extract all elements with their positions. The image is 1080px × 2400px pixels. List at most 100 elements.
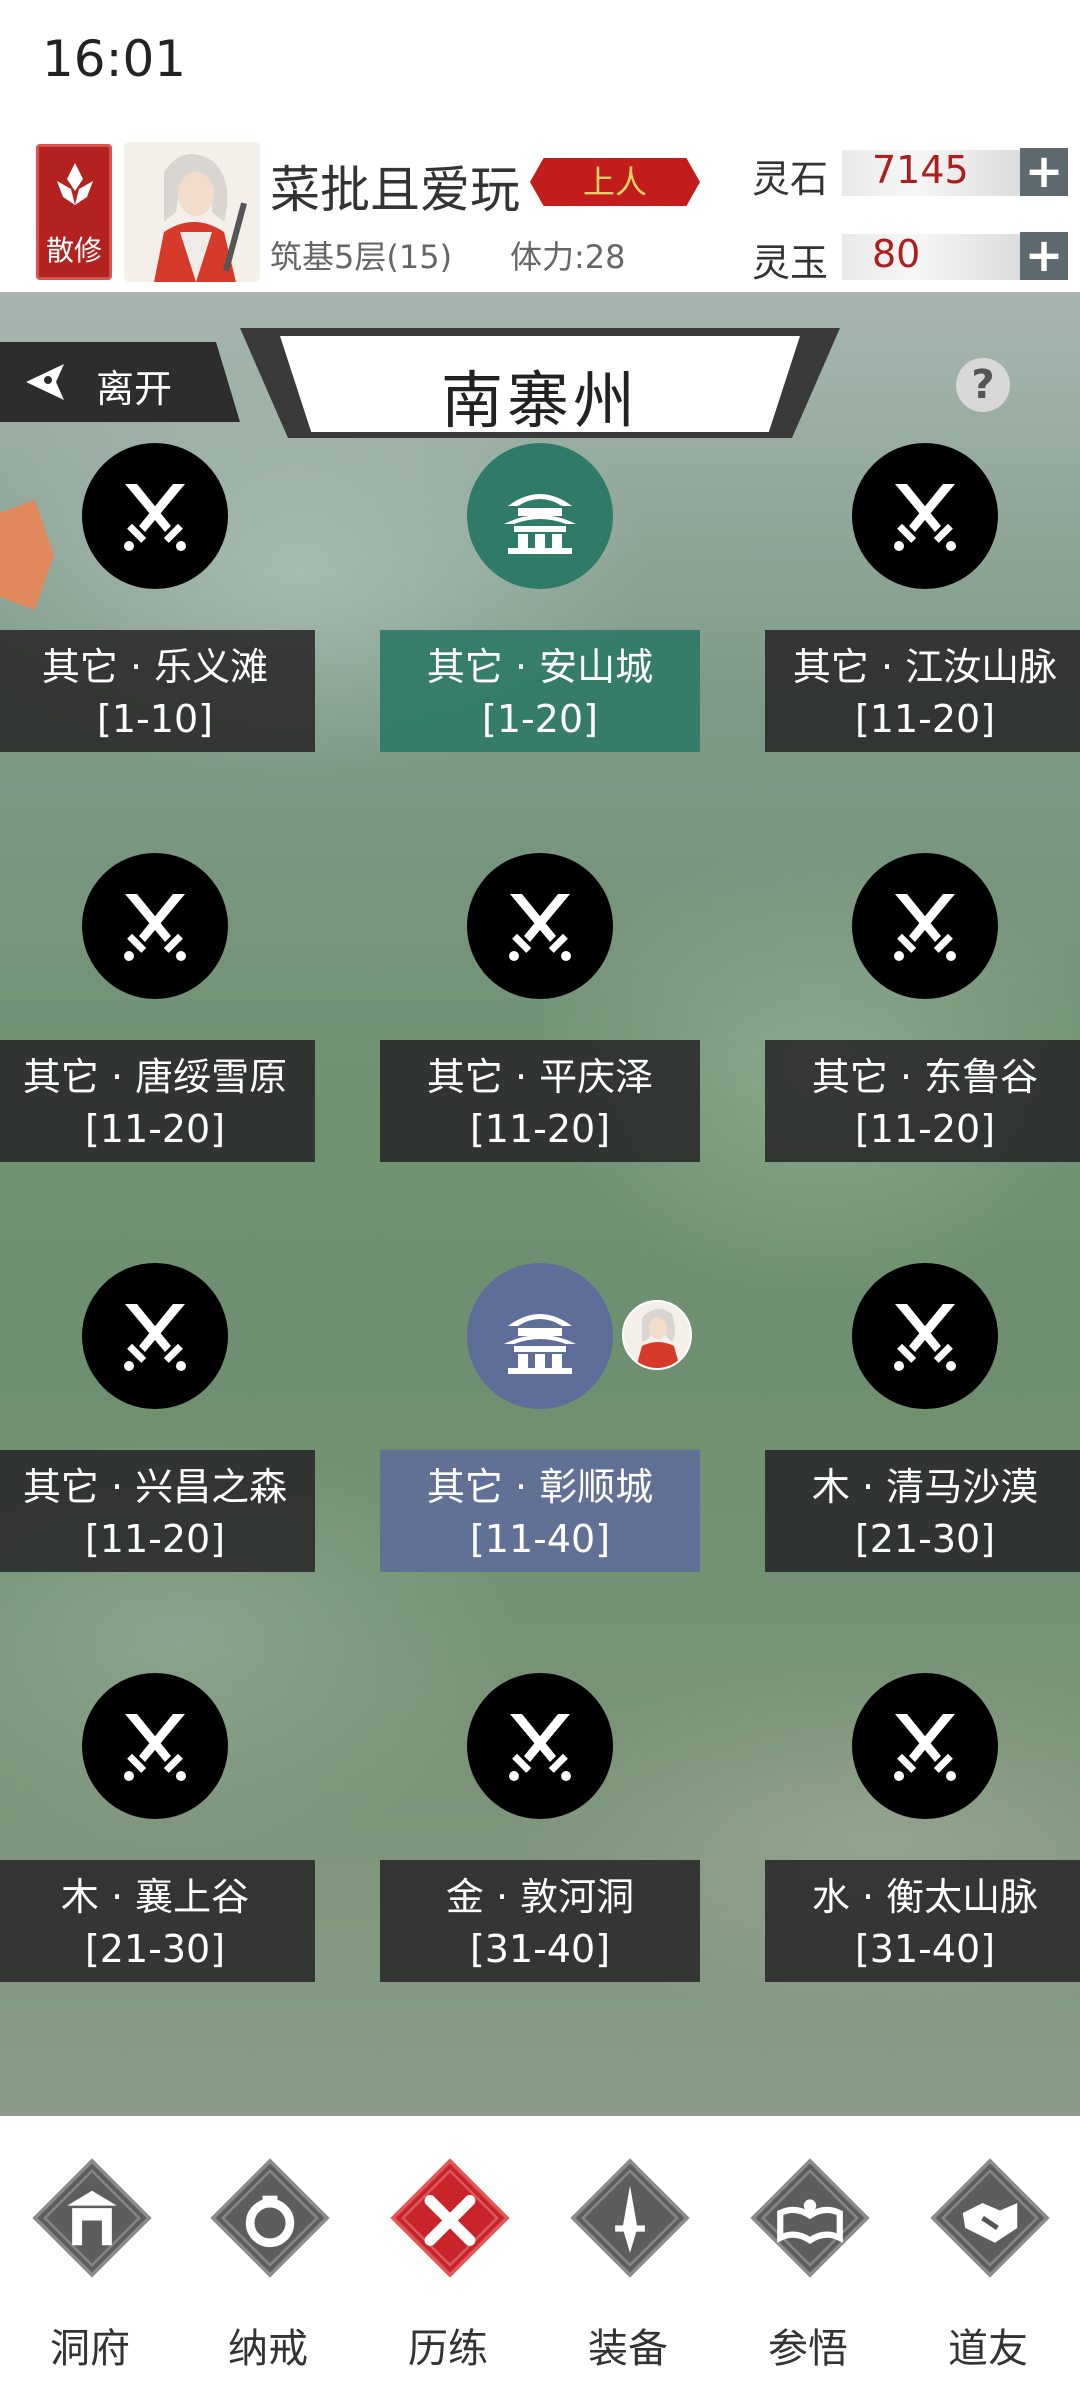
combat-node-button[interactable] xyxy=(852,853,998,999)
sect-badge[interactable]: 散修 xyxy=(36,144,112,280)
sect-label: 散修 xyxy=(45,234,102,267)
side-scroll-marker[interactable] xyxy=(0,500,54,610)
combat-node-button[interactable] xyxy=(82,853,228,999)
rank-badge: 上人 xyxy=(530,158,700,206)
stamina-value: 体力:28 xyxy=(510,238,626,276)
map-node-label[interactable]: 金 · 敦河洞 [31-40] xyxy=(380,1860,700,1982)
player-header: 散修 菜批且爱玩 上人 筑基5层(15) 体力:28 灵石 7145 + 灵玉 xyxy=(0,130,1080,292)
avatar[interactable] xyxy=(124,142,260,282)
leave-label: 离开 xyxy=(96,367,173,411)
map-node-label[interactable]: 水 · 衡太山脉 [31-40] xyxy=(765,1860,1080,1982)
crossed-swords-icon xyxy=(509,894,571,961)
map-node-label[interactable]: 木 · 清马沙漠 [21-30] xyxy=(765,1450,1080,1572)
nav-label: 历练 xyxy=(408,2326,488,2372)
map-node-level-range: [11-40] xyxy=(469,1517,611,1561)
map-node-label[interactable]: 其它 · 平庆泽 [11-20] xyxy=(380,1040,700,1162)
map-node-level-range: [21-30] xyxy=(84,1927,226,1971)
spirit-stone-label: 灵石 xyxy=(752,157,829,201)
character-portrait-icon xyxy=(124,142,260,282)
spirit-jade-bar xyxy=(842,234,1022,280)
city-pavilion-icon xyxy=(504,1314,576,1374)
map-node-name: 其它 · 东鲁谷 xyxy=(811,1055,1039,1099)
map-node-name: 其它 · 江汝山脉 xyxy=(792,645,1058,689)
nav-label: 参悟 xyxy=(768,2326,848,2372)
map-node-label[interactable]: 其它 · 乐义滩 [1-10] xyxy=(0,630,315,752)
map-node-label[interactable]: 其它 · 东鲁谷 [11-20] xyxy=(765,1040,1080,1162)
map-node-label[interactable]: 其它 · 兴昌之森 [11-20] xyxy=(0,1450,315,1572)
nav-item-6[interactable]: 道友 xyxy=(898,2146,1078,2376)
combat-node-button[interactable] xyxy=(82,1673,228,1819)
crossed-swords-icon xyxy=(124,1714,186,1781)
crossed-swords-icon xyxy=(124,484,186,551)
map-node-level-range: [11-20] xyxy=(854,1107,996,1151)
map-node-label[interactable]: 其它 · 彰顺城 [11-40] xyxy=(380,1450,700,1572)
map-node-name: 木 · 清马沙漠 xyxy=(811,1465,1039,1509)
map-node-name: 水 · 衡太山脉 xyxy=(811,1875,1039,1919)
app-root: 16:01 散修 菜批且爱玩 上人 筑基5层(15) 体力:28 灵石 7145… xyxy=(0,0,1080,2400)
crossed-swords-icon xyxy=(390,2158,510,2278)
nav-item-2[interactable]: 纳戒 xyxy=(178,2146,358,2376)
crossed-swords-icon xyxy=(894,1304,956,1371)
region-map: 离开 南寨州 ? 其它 · 乐义滩 [1-10] 其它 · 安山城 [1-20] 其它 … xyxy=(0,292,1080,2116)
bottom-nav: 洞府 纳戒 历练 装备 参悟 道友 xyxy=(0,2116,1080,2400)
nav-item-5[interactable]: 参悟 xyxy=(718,2146,898,2376)
combat-node-button[interactable] xyxy=(467,853,613,999)
map-node-name: 其它 · 兴昌之森 xyxy=(22,1465,288,1509)
lotus-icon xyxy=(57,163,93,205)
map-node-label[interactable]: 木 · 襄上谷 [21-30] xyxy=(0,1860,315,1982)
map-node-level-range: [11-20] xyxy=(84,1107,226,1151)
add-spirit-stone-button[interactable]: + xyxy=(1020,148,1068,196)
nav-item-1[interactable]: 洞府 xyxy=(0,2146,180,2376)
crossed-swords-icon xyxy=(894,484,956,551)
spirit-jade-label: 灵玉 xyxy=(752,241,829,285)
player-name: 菜批且爱玩 xyxy=(270,161,520,219)
cultivation-realm: 筑基5层(15) xyxy=(270,238,453,276)
book-icon xyxy=(750,2158,870,2278)
add-spirit-jade-button[interactable]: + xyxy=(1020,232,1068,280)
map-node-level-range: [11-20] xyxy=(469,1107,611,1151)
map-node-label[interactable]: 其它 · 唐绥雪原 [11-20] xyxy=(0,1040,315,1162)
region-banner: 南寨州 xyxy=(240,328,840,438)
crossed-swords-icon xyxy=(509,1714,571,1781)
map-node-name: 其它 · 安山城 xyxy=(426,645,654,689)
city-node-button[interactable] xyxy=(467,443,613,589)
player-location-marker xyxy=(622,1300,692,1370)
spirit-jade-value: 80 xyxy=(872,232,921,276)
crossed-swords-icon xyxy=(124,1304,186,1371)
combat-node-button[interactable] xyxy=(467,1673,613,1819)
nav-label: 道友 xyxy=(948,2326,1028,2372)
combat-node-button[interactable] xyxy=(852,1673,998,1819)
map-node-name: 其它 · 唐绥雪原 xyxy=(22,1055,288,1099)
map-node-level-range: [31-40] xyxy=(854,1927,996,1971)
nav-label: 纳戒 xyxy=(228,2326,308,2372)
city-node-button[interactable] xyxy=(467,1263,613,1409)
handshake-icon xyxy=(930,2158,1050,2278)
status-bar: 16:01 xyxy=(0,0,1080,130)
nav-item-3[interactable]: 历练 xyxy=(358,2146,538,2376)
back-arrow-icon xyxy=(26,364,64,400)
cave-dwelling-icon xyxy=(32,2158,152,2278)
map-node-label[interactable]: 其它 · 江汝山脉 [11-20] xyxy=(765,630,1080,752)
nav-label: 洞府 xyxy=(50,2326,130,2372)
map-node-label[interactable]: 其它 · 安山城 [1-20] xyxy=(380,630,700,752)
combat-node-button[interactable] xyxy=(852,443,998,589)
nav-item-4[interactable]: 装备 xyxy=(538,2146,718,2376)
map-node-level-range: [1-20] xyxy=(482,697,598,741)
map-node-name: 其它 · 平庆泽 xyxy=(426,1055,654,1099)
region-name: 南寨州 xyxy=(440,364,639,437)
leave-button[interactable]: 离开 xyxy=(0,342,240,422)
sword-icon xyxy=(570,2158,690,2278)
map-node-name: 其它 · 乐义滩 xyxy=(41,645,269,689)
map-node-level-range: [11-20] xyxy=(854,697,996,741)
map-node-level-range: [11-20] xyxy=(84,1517,226,1561)
map-node-name: 其它 · 彰顺城 xyxy=(426,1465,654,1509)
map-node-level-range: [31-40] xyxy=(469,1927,611,1971)
status-time: 16:01 xyxy=(42,30,187,88)
help-icon[interactable]: ? xyxy=(956,358,1010,412)
combat-node-button[interactable] xyxy=(82,443,228,589)
nav-label: 装备 xyxy=(588,2326,668,2372)
combat-node-button[interactable] xyxy=(852,1263,998,1409)
combat-node-button[interactable] xyxy=(82,1263,228,1409)
map-node-name: 木 · 襄上谷 xyxy=(60,1875,250,1919)
spirit-stone-row: 灵石 7145 + xyxy=(752,144,1070,201)
